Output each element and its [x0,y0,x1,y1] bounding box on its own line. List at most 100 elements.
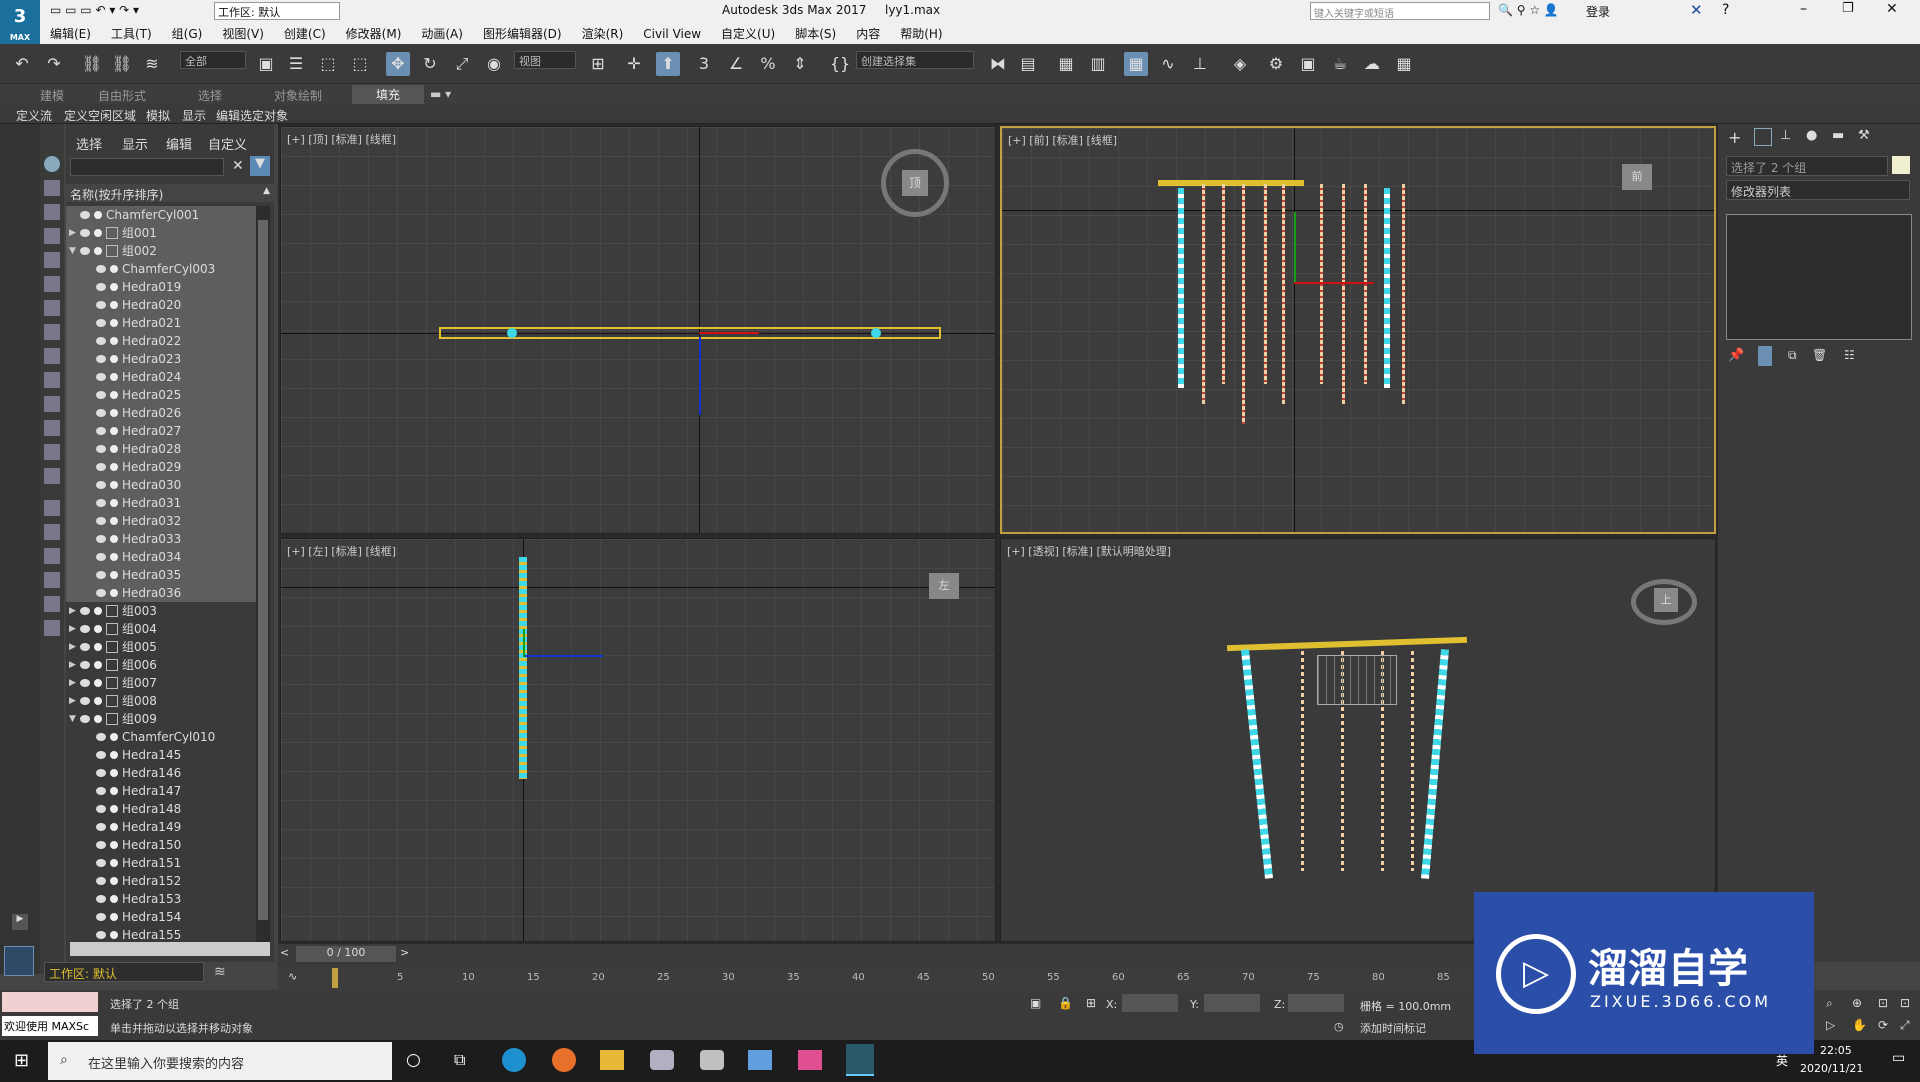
freeze-icon[interactable] [110,553,118,561]
filter-funnel-icon[interactable]: ▼ [250,156,270,176]
ref-coord-dropdown[interactable]: 视图 [514,51,576,69]
freeze-icon[interactable] [110,877,118,885]
display-bones-icon[interactable] [44,396,60,412]
percent-snap-icon[interactable]: % [756,52,780,76]
help-icon[interactable]: ? [1722,2,1729,18]
visibility-eye-icon[interactable] [96,265,106,273]
visibility-eye-icon[interactable] [96,319,106,327]
folder-icon[interactable] [44,620,60,636]
freeze-icon[interactable] [110,895,118,903]
viewcube-compass[interactable]: 顶 [881,149,949,217]
render-frame-icon[interactable]: ▣ [1296,52,1320,76]
visibility-eye-icon[interactable] [96,895,106,903]
visibility-eye-icon[interactable] [96,337,106,345]
viewport-left-label[interactable]: [+] [左] [标准] [线框] [287,543,396,559]
abs-mode-icon[interactable]: ⊞ [1086,996,1096,1010]
visibility-eye-icon[interactable] [80,643,90,651]
menu-content[interactable]: 内容 [846,22,890,45]
menu-create[interactable]: 创建(C) [274,22,336,45]
scene-search-input[interactable] [70,158,224,176]
display-all-icon[interactable] [44,180,60,196]
visibility-eye-icon[interactable] [96,931,106,939]
keyboard-shortcut-icon[interactable]: ⬆ [656,52,680,76]
visibility-eye-icon[interactable] [96,463,106,471]
display-xrefs-icon[interactable] [44,372,60,388]
freeze-icon[interactable] [110,337,118,345]
y-coord-field[interactable] [1204,994,1260,1012]
placement-icon[interactable]: ◉ [482,52,506,76]
scene-row[interactable]: Hedra025 [66,386,256,404]
display-containers-icon[interactable] [44,420,60,436]
scene-row[interactable]: ▶ 组001 [66,224,256,242]
display-helpers-icon[interactable] [44,300,60,316]
select-rotate-icon[interactable]: ↻ [418,52,442,76]
display-cameras-icon[interactable] [44,276,60,292]
menu-animation[interactable]: 动画(A) [411,22,473,45]
modify-tab-icon[interactable] [1754,128,1772,146]
viewcube-face[interactable]: 左 [929,573,959,599]
freeze-icon[interactable] [110,355,118,363]
app-icon[interactable] [650,1050,674,1070]
freeze-icon[interactable] [110,283,118,291]
menu-customize[interactable]: 自定义(U) [711,22,785,45]
viewport-top[interactable]: [+] [顶] [标准] [线框] 顶 [280,126,996,534]
z-coord-field[interactable] [1288,994,1344,1012]
search-input[interactable]: 键入关键字或短语 [1310,2,1490,20]
undo-icon[interactable]: ↶ [10,52,34,76]
taskbar-search[interactable]: ⌕ 在这里输入你要搜索的内容 [48,1042,392,1080]
freeze-icon[interactable] [110,535,118,543]
display-none-icon[interactable] [44,156,60,172]
app-icon[interactable] [748,1050,772,1070]
viewport-persp-label[interactable]: [+] [透视] [标准] [默认明暗处理] [1007,543,1171,559]
zoom-all-icon[interactable]: ⊕ [1852,996,1862,1010]
maximize-viewport-icon[interactable]: ⤢ [1900,1018,1910,1033]
select-object-icon[interactable]: ▣ [254,52,278,76]
scene-row[interactable]: Hedra153 [66,890,256,908]
layers-icon[interactable]: ≋ [214,964,226,980]
freeze-icon[interactable] [94,229,102,237]
render-setup-icon[interactable]: ⚙ [1264,52,1288,76]
expand-toggle-icon[interactable]: ▶ [69,224,76,242]
tab-selection[interactable]: 选择 [198,87,222,104]
app-logo[interactable]: 3 MAX [0,0,40,44]
select-move-icon[interactable]: ✥ [386,52,410,76]
visibility-eye-icon[interactable] [80,715,90,723]
scene-explorer-icon[interactable]: ▦ [1124,52,1148,76]
schematic-view-icon[interactable]: ⊥ [1188,52,1212,76]
minimize-button[interactable]: – [1800,1,1807,17]
scene-row[interactable]: Hedra147 [66,782,256,800]
scene-hscrollbar[interactable] [70,942,270,956]
expand-toggle-icon[interactable]: ▶ [69,656,76,674]
freeze-icon[interactable] [110,571,118,579]
viewcube-face[interactable]: 上 [1654,588,1678,612]
scene-menu-select[interactable]: 选择 [76,134,102,153]
scene-menu-display[interactable]: 显示 [122,134,148,153]
visibility-eye-icon[interactable] [96,877,106,885]
display-hidden-icon[interactable] [44,468,60,484]
freeze-icon[interactable] [110,409,118,417]
angle-snap-icon[interactable]: ∠ [724,52,748,76]
make-unique-icon[interactable]: ⧉ [1788,348,1797,363]
a360-gallery-icon[interactable]: ▦ [1392,52,1416,76]
align-icon[interactable]: ▤ [1016,52,1040,76]
scene-row[interactable]: Hedra152 [66,872,256,890]
scene-scrollbar[interactable] [256,206,270,944]
visibility-eye-icon[interactable] [96,571,106,579]
tab-modeling[interactable]: 建模 [40,87,64,104]
snap-toggle-icon[interactable]: 3 [692,52,716,76]
display-lights-icon[interactable] [44,252,60,268]
freeze-icon[interactable] [110,751,118,759]
scene-row[interactable]: Hedra150 [66,836,256,854]
scene-row[interactable]: Hedra035 [66,566,256,584]
freeze-icon[interactable] [94,643,102,651]
visibility-eye-icon[interactable] [96,589,106,597]
viewport-left[interactable]: [+] [左] [标准] [线框] 左 [280,538,996,942]
visibility-eye-icon[interactable] [96,769,106,777]
redo-icon[interactable]: ↷ [42,52,66,76]
quick-access-icons[interactable]: ▭ ▭ ▭ ↶ ▾ ↷ ▾ [50,3,139,17]
freeze-icon[interactable] [110,733,118,741]
freeze-icon[interactable] [110,769,118,777]
freeze-icon[interactable] [110,517,118,525]
scene-row[interactable]: Hedra023 [66,350,256,368]
display-influences-icon[interactable] [44,524,60,540]
